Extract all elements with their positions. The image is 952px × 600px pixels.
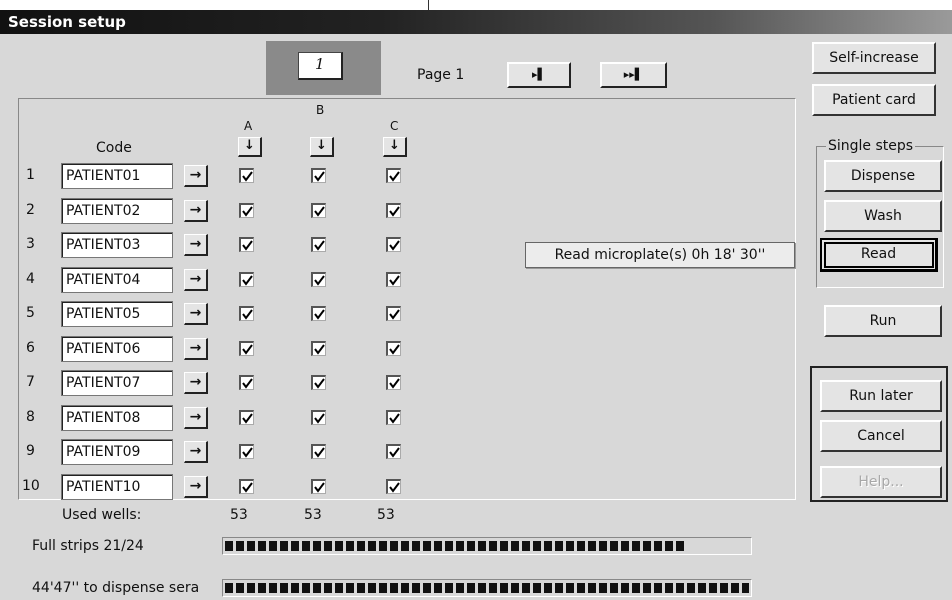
well-checkbox-a[interactable] xyxy=(239,306,254,321)
patient-card-button[interactable]: Patient card xyxy=(812,84,936,116)
row-number: 9 xyxy=(26,443,35,459)
well-checkbox-c[interactable] xyxy=(386,444,401,459)
row-arrow-button[interactable]: → xyxy=(184,303,208,325)
well-checkbox-a[interactable] xyxy=(239,375,254,390)
row-arrow-button[interactable]: → xyxy=(184,372,208,394)
last-page-button[interactable]: ▸▸▌ xyxy=(600,62,667,88)
dispense-sera-fill xyxy=(225,583,749,593)
well-checkbox-c[interactable] xyxy=(386,168,401,183)
next-page-button[interactable]: ▸▌ xyxy=(507,62,571,88)
dispense-sera-progress xyxy=(222,579,752,597)
run-later-button[interactable]: Run later xyxy=(820,380,942,412)
patient-code-field[interactable]: PATIENT08 xyxy=(61,405,173,431)
well-checkbox-c[interactable] xyxy=(386,237,401,252)
plate-slot: 1 xyxy=(298,52,343,80)
wash-button[interactable]: Wash xyxy=(824,200,942,232)
row-arrow-button[interactable]: → xyxy=(184,441,208,463)
well-checkbox-c[interactable] xyxy=(386,306,401,321)
well-checkbox-c[interactable] xyxy=(386,272,401,287)
row-arrow-button[interactable]: → xyxy=(184,338,208,360)
well-checkbox-a[interactable] xyxy=(239,168,254,183)
column-b-label: B xyxy=(316,103,325,117)
full-strips-fill xyxy=(225,541,686,551)
row-number: 3 xyxy=(26,236,35,252)
well-checkbox-a[interactable] xyxy=(239,237,254,252)
read-tooltip: Read microplate(s) 0h 18' 30'' xyxy=(525,242,795,268)
well-checkbox-b[interactable] xyxy=(311,341,326,356)
full-strips-label: Full strips 21/24 xyxy=(32,538,144,554)
well-checkbox-b[interactable] xyxy=(311,375,326,390)
help-button[interactable]: Help... xyxy=(820,466,942,498)
patient-code-field[interactable]: PATIENT04 xyxy=(61,267,173,293)
well-checkbox-a[interactable] xyxy=(239,410,254,425)
strip-divider xyxy=(428,0,429,10)
row-arrow-button[interactable]: → xyxy=(184,269,208,291)
well-checkbox-b[interactable] xyxy=(311,272,326,287)
column-b-down-button[interactable]: ↓ xyxy=(310,137,334,157)
well-checkbox-c[interactable] xyxy=(386,375,401,390)
well-checkbox-c[interactable] xyxy=(386,203,401,218)
run-button[interactable]: Run xyxy=(824,305,942,337)
row-number: 5 xyxy=(26,305,35,321)
page-label: Page 1 xyxy=(417,67,465,83)
well-checkbox-b[interactable] xyxy=(311,479,326,494)
full-strips-progress xyxy=(222,537,752,555)
microplate-icon[interactable]: 1 xyxy=(266,41,381,95)
well-checkbox-a[interactable] xyxy=(239,272,254,287)
column-c-down-button[interactable]: ↓ xyxy=(383,137,407,157)
row-number: 10 xyxy=(22,478,40,494)
row-arrow-button[interactable]: → xyxy=(184,165,208,187)
plate-number: 1 xyxy=(315,55,325,73)
well-checkbox-a[interactable] xyxy=(239,444,254,459)
well-checkbox-a[interactable] xyxy=(239,479,254,494)
title-bar: Session setup xyxy=(0,10,952,34)
row-number: 7 xyxy=(26,374,35,390)
patient-code-field[interactable]: PATIENT06 xyxy=(61,336,173,362)
code-header: Code xyxy=(96,140,132,156)
window-title: Session setup xyxy=(8,13,126,31)
column-a-down-button[interactable]: ↓ xyxy=(238,137,262,157)
patient-code-field[interactable]: PATIENT10 xyxy=(61,474,173,500)
row-number: 6 xyxy=(26,340,35,356)
patient-code-field[interactable]: PATIENT09 xyxy=(61,439,173,465)
patient-code-field[interactable]: PATIENT02 xyxy=(61,198,173,224)
patient-code-field[interactable]: PATIENT05 xyxy=(61,301,173,327)
dispense-button[interactable]: Dispense xyxy=(824,160,942,192)
row-number: 4 xyxy=(26,271,35,287)
well-checkbox-a[interactable] xyxy=(239,203,254,218)
well-checkbox-c[interactable] xyxy=(386,341,401,356)
patient-code-field[interactable]: PATIENT01 xyxy=(61,163,173,189)
row-arrow-button[interactable]: → xyxy=(184,200,208,222)
used-wells-b: 53 xyxy=(304,507,322,523)
column-c-label: C xyxy=(390,119,399,133)
row-number: 2 xyxy=(26,202,35,218)
row-number: 1 xyxy=(26,167,35,183)
patient-code-field[interactable]: PATIENT07 xyxy=(61,370,173,396)
well-checkbox-c[interactable] xyxy=(386,410,401,425)
well-checkbox-a[interactable] xyxy=(239,341,254,356)
dispense-sera-label: 44'47'' to dispense sera xyxy=(32,580,200,596)
well-checkbox-b[interactable] xyxy=(311,306,326,321)
well-checkbox-b[interactable] xyxy=(311,444,326,459)
used-wells-c: 53 xyxy=(377,507,395,523)
single-steps-label: Single steps xyxy=(826,138,916,154)
row-arrow-button[interactable]: → xyxy=(184,407,208,429)
column-a-label: A xyxy=(244,119,253,133)
row-arrow-button[interactable]: → xyxy=(184,476,208,498)
row-arrow-button[interactable]: → xyxy=(184,234,208,256)
well-checkbox-b[interactable] xyxy=(311,237,326,252)
patient-code-field[interactable]: PATIENT03 xyxy=(61,232,173,258)
well-checkbox-b[interactable] xyxy=(311,410,326,425)
row-number: 8 xyxy=(26,409,35,425)
used-wells-label: Used wells: xyxy=(62,507,142,523)
well-checkbox-b[interactable] xyxy=(311,168,326,183)
cancel-button[interactable]: Cancel xyxy=(820,420,942,452)
read-button[interactable]: Read xyxy=(820,238,938,272)
self-increase-button[interactable]: Self-increase xyxy=(812,42,936,74)
well-checkbox-b[interactable] xyxy=(311,203,326,218)
well-checkbox-c[interactable] xyxy=(386,479,401,494)
used-wells-a: 53 xyxy=(230,507,248,523)
